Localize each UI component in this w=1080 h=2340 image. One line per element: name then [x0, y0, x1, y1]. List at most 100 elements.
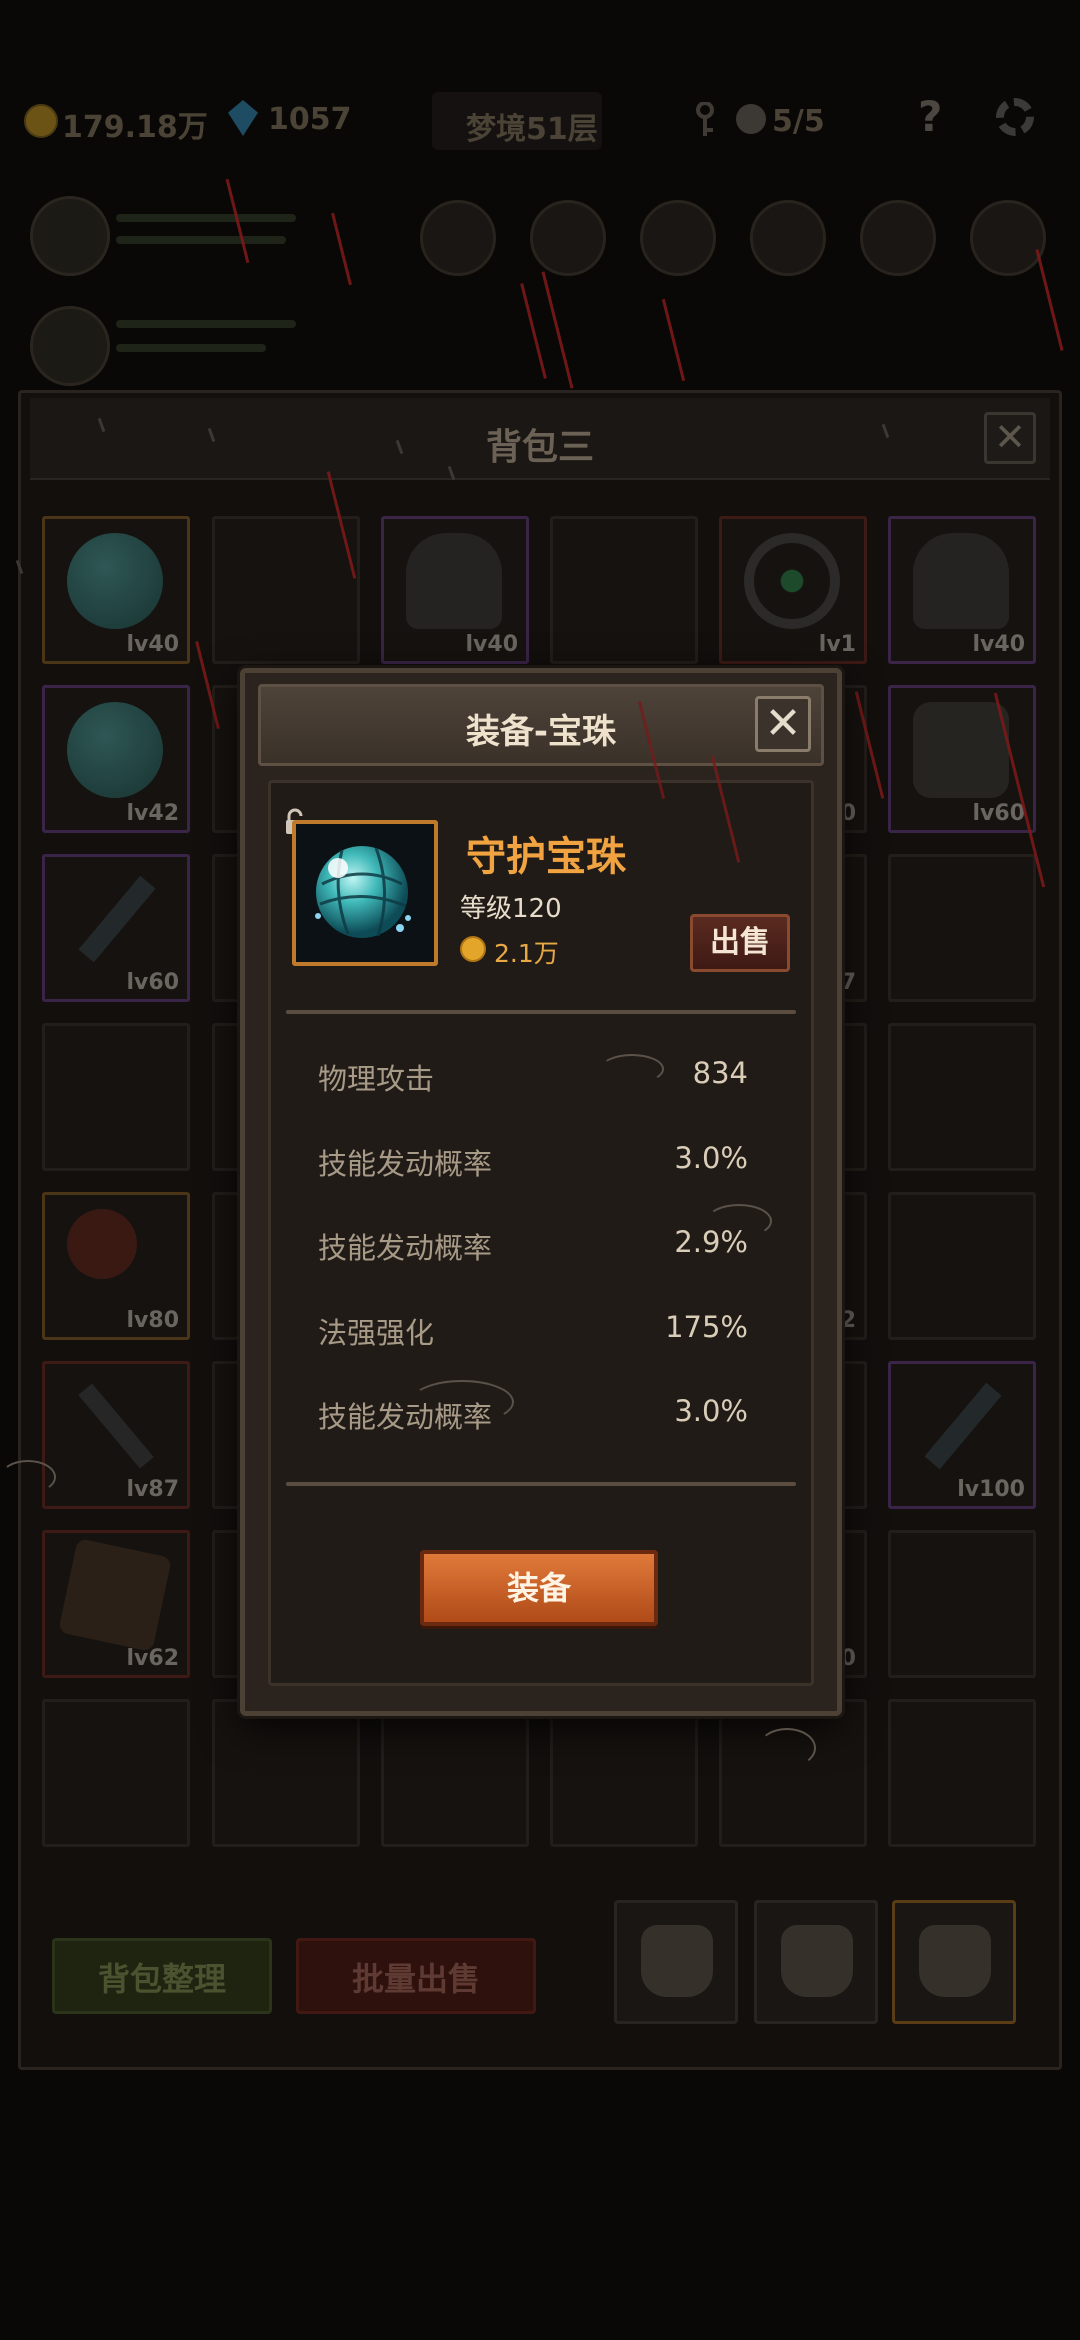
inventory-slot[interactable]: lv40 — [42, 516, 190, 664]
stat-value: 3.0% — [674, 1394, 748, 1428]
hero-portrait-1[interactable] — [30, 196, 110, 276]
inventory-slot[interactable] — [550, 1699, 698, 1847]
floor-label: 梦境51层 — [466, 112, 598, 147]
inventory-slot[interactable] — [719, 1699, 867, 1847]
item-price: 2.1万 — [494, 939, 559, 968]
inventory-slot[interactable] — [212, 1699, 360, 1847]
bag-tab-2[interactable] — [754, 1900, 878, 2024]
slot-level-label: lv40 — [972, 632, 1026, 657]
slot-level-label: 0 — [840, 801, 856, 826]
swirl-effect — [0, 1460, 56, 1494]
slot-level-label: lv62 — [126, 1646, 180, 1671]
dagger-icon — [78, 1383, 154, 1469]
divider-top — [286, 1010, 796, 1014]
inventory-slot[interactable] — [888, 1192, 1036, 1340]
settings-gear-icon[interactable] — [996, 98, 1034, 136]
sword-icon — [924, 1382, 1002, 1470]
inventory-slot[interactable]: lv1 — [719, 516, 867, 664]
inventory-slot[interactable] — [212, 516, 360, 664]
inventory-slot[interactable] — [550, 516, 698, 664]
inventory-slot[interactable]: lv100 — [888, 1361, 1036, 1509]
divider-bottom — [286, 1482, 796, 1486]
item-name: 守护宝珠 — [466, 834, 626, 880]
hero-1-mp-bar — [116, 236, 286, 244]
dialog-close-button[interactable]: ✕ — [755, 696, 811, 752]
slot-level-label: lv40 — [465, 632, 519, 657]
helm-icon — [406, 533, 502, 629]
armor-icon — [913, 702, 1009, 798]
ring-icon — [744, 533, 840, 629]
swirl-effect — [758, 1728, 816, 1768]
swirl-effect — [410, 1380, 514, 1424]
swirl-effect — [706, 1204, 772, 1238]
rain-streak — [1035, 249, 1064, 351]
gold-amount: 179.18万 — [62, 110, 208, 145]
inventory-slot[interactable] — [888, 1023, 1036, 1171]
stat-value: 3.0% — [674, 1141, 748, 1175]
bulk-sell-button[interactable]: 批量出售 — [296, 1938, 536, 2014]
inventory-slot[interactable]: lv42 — [42, 685, 190, 833]
stat-name: 法强强化 — [318, 1316, 435, 1350]
stat-value: 175% — [665, 1310, 748, 1344]
shield-icon — [58, 1538, 172, 1652]
rain-streak — [331, 212, 352, 286]
sort-bag-button[interactable]: 背包整理 — [52, 1938, 272, 2014]
inventory-slot[interactable] — [888, 1530, 1036, 1678]
slot-level-label: 7 — [840, 970, 856, 995]
sell-button[interactable]: 出售 — [690, 914, 790, 972]
gem-amount: 1057 — [268, 102, 352, 137]
inventory-slot[interactable] — [888, 854, 1036, 1002]
orb-icon — [67, 702, 163, 798]
inventory-slot[interactable]: lv40 — [888, 516, 1036, 664]
item-icon-frame — [292, 820, 438, 966]
skill-slot-6[interactable] — [970, 200, 1046, 276]
inventory-slot[interactable] — [42, 1023, 190, 1171]
sword-icon — [78, 875, 156, 963]
rain-streak — [661, 298, 686, 382]
inventory-slot[interactable]: lv60 — [888, 685, 1036, 833]
skill-slot-1[interactable] — [420, 200, 496, 276]
backpack-icon — [919, 1925, 991, 1997]
help-icon[interactable]: ? — [918, 92, 942, 141]
slot-level-label: lv100 — [957, 1477, 1025, 1502]
bag-tab-1[interactable] — [614, 1900, 738, 2024]
key-icon — [696, 102, 714, 136]
slot-level-label: lv40 — [126, 632, 180, 657]
inventory-slot[interactable]: lv80 — [42, 1192, 190, 1340]
stat-name: 技能发动概率 — [318, 1231, 493, 1265]
skill-slot-5[interactable] — [860, 200, 936, 276]
rain-streak — [520, 283, 547, 379]
inventory-slot[interactable] — [42, 1699, 190, 1847]
item-level: 等级120 — [460, 894, 562, 924]
inventory-slot[interactable] — [381, 1699, 529, 1847]
slot-level-label: lv60 — [126, 970, 180, 995]
inventory-slot[interactable] — [888, 1699, 1036, 1847]
slot-level-label: lv60 — [972, 801, 1026, 826]
bag-close-button[interactable]: ✕ — [984, 412, 1036, 464]
inventory-slot[interactable]: lv40 — [381, 516, 529, 664]
skull-count: 5/5 — [772, 104, 825, 139]
slot-level-label: lv80 — [126, 1308, 180, 1333]
hero-portrait-2[interactable] — [30, 306, 110, 386]
inventory-slot[interactable]: lv62 — [42, 1530, 190, 1678]
inventory-slot[interactable]: lv87 — [42, 1361, 190, 1509]
skull-icon — [736, 104, 766, 134]
coin-icon — [460, 936, 486, 962]
gold-coin-icon — [24, 104, 58, 138]
slot-level-label: 2 — [840, 1308, 856, 1333]
helm-icon — [913, 533, 1009, 629]
rain-streak — [541, 271, 574, 389]
slot-level-label: lv42 — [126, 801, 180, 826]
orb-icon — [67, 533, 163, 629]
backpack-icon — [781, 1925, 853, 1997]
backpack-icon — [641, 1925, 713, 1997]
skill-slot-3[interactable] — [640, 200, 716, 276]
equip-button[interactable]: 装备 — [420, 1550, 658, 1626]
bag-tab-3[interactable] — [892, 1900, 1016, 2024]
skill-slot-2[interactable] — [530, 200, 606, 276]
mace-icon — [67, 1209, 137, 1279]
gem-icon — [228, 100, 258, 136]
skill-slot-4[interactable] — [750, 200, 826, 276]
hero-1-hp-bar — [116, 214, 296, 222]
inventory-slot[interactable]: lv60 — [42, 854, 190, 1002]
